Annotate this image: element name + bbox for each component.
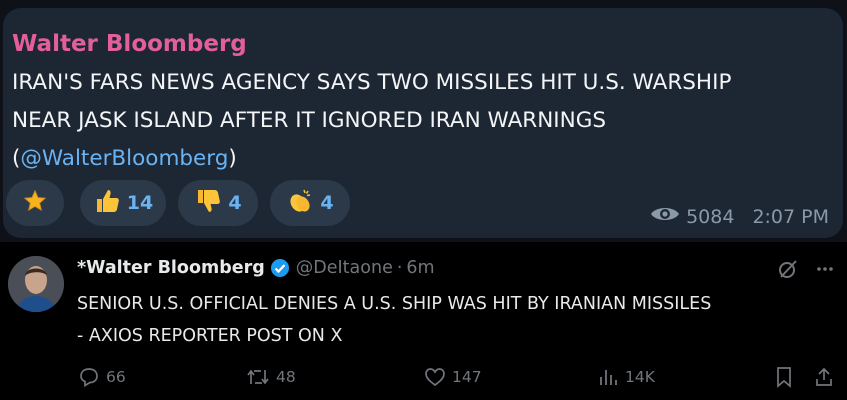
tweet-line: SENIOR U.S. OFFICIAL DENIES A U.S. SHIP … [77, 294, 712, 314]
grok-icon[interactable] [777, 258, 799, 280]
clapping-hands-icon [286, 187, 314, 219]
repost-count: 48 [276, 368, 296, 386]
message-link-line: (@WalterBloomberg) [12, 146, 237, 171]
heart-icon [424, 366, 446, 388]
reaction-thumbs-down[interactable]: 4 [178, 180, 258, 226]
thumbs-down-icon [194, 187, 222, 219]
separator-dot: · [396, 258, 403, 278]
share-icon [814, 366, 834, 388]
views-button[interactable]: 14K [597, 366, 655, 388]
tweet-text: SENIOR U.S. OFFICIAL DENIES A U.S. SHIP … [77, 288, 711, 352]
telegram-message-text: IRAN'S FARS NEWS AGENCY SAYS TWO MISSILE… [12, 64, 832, 178]
like-button[interactable]: 147 [424, 366, 482, 388]
tweet-display-name[interactable]: *Walter Bloomberg [77, 258, 265, 278]
message-time: 2:07 PM [752, 205, 829, 228]
repost-icon [246, 366, 270, 388]
telegram-author[interactable]: Walter Bloomberg [12, 30, 247, 58]
reaction-star[interactable] [6, 180, 64, 226]
avatar[interactable] [8, 256, 64, 312]
thumbs-up-icon [93, 187, 121, 219]
tweet-handle[interactable]: @DeItaone [296, 258, 393, 278]
analytics-icon [597, 366, 619, 388]
tweet-top-actions [777, 258, 835, 280]
star-icon [23, 189, 47, 217]
reaction-count: 4 [320, 192, 334, 214]
message-line: IRAN'S FARS NEWS AGENCY SAYS TWO MISSILE… [12, 70, 732, 95]
reply-button[interactable]: 66 [78, 366, 126, 388]
bookmark-icon [774, 366, 794, 388]
more-options-icon[interactable] [815, 259, 835, 279]
bookmark-button[interactable] [774, 366, 794, 388]
share-button[interactable] [814, 366, 834, 388]
reply-icon [78, 366, 100, 388]
reaction-thumbs-up[interactable]: 14 [80, 180, 166, 226]
like-count: 147 [452, 368, 482, 386]
telegram-message-meta: 5084 2:07 PM [650, 204, 829, 229]
tweet-line: - AXIOS REPORTER POST ON X [77, 326, 343, 346]
reaction-count: 4 [228, 192, 242, 214]
verified-badge-icon [270, 258, 290, 278]
reaction-clapping[interactable]: 4 [270, 180, 350, 226]
tweet-header: *Walter Bloomberg @DeItaone · 6m [77, 258, 435, 278]
eye-icon [650, 204, 680, 229]
message-line: NEAR JASK ISLAND AFTER IT IGNORED IRAN W… [12, 108, 607, 133]
view-count: 5084 [686, 205, 735, 228]
reply-count: 66 [106, 368, 126, 386]
reaction-count: 14 [126, 192, 154, 214]
tweet-time[interactable]: 6m [406, 258, 434, 278]
author-link[interactable]: @WalterBloomberg [20, 146, 228, 171]
view-count: 14K [625, 368, 655, 386]
repost-button[interactable]: 48 [246, 366, 296, 388]
